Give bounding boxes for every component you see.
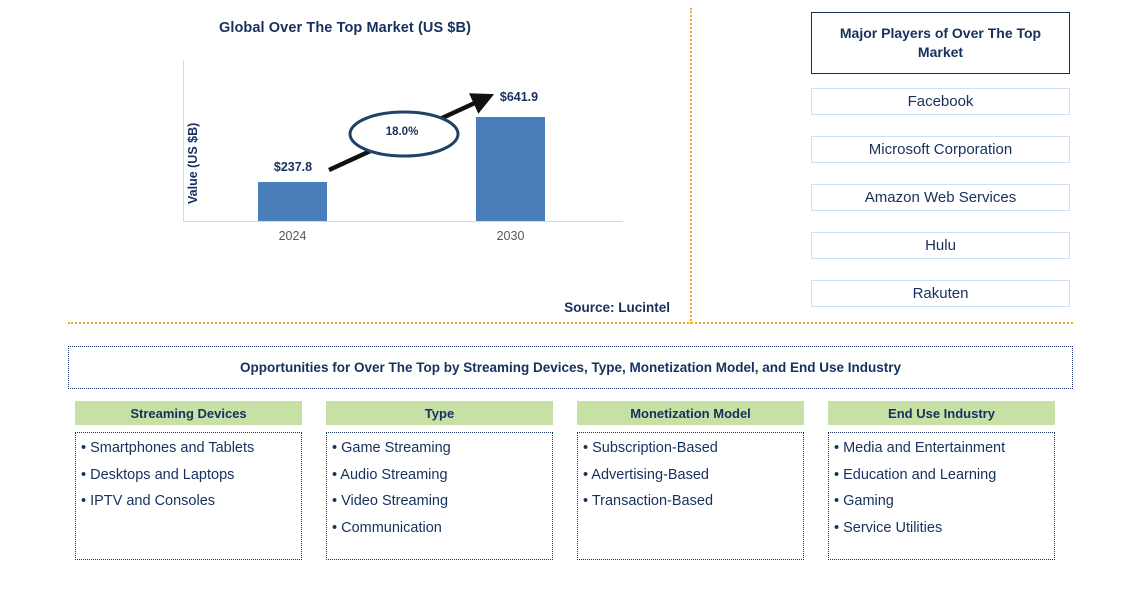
source-label: Source: Lucintel [564, 300, 670, 315]
player-label: Amazon Web Services [864, 189, 1017, 206]
list-item: • Desktops and Laptops [81, 466, 235, 483]
list-item: • Subscription-Based [583, 440, 718, 456]
list-item: • Service Utilities [834, 519, 943, 536]
list-item: • Game Streaming [332, 440, 451, 456]
chart-title: Global Over The Top Market (US $B) [218, 20, 472, 36]
player-item-rakuten[interactable]: Rakuten [811, 280, 1070, 307]
list-item: • Media and Entertainment [834, 440, 1006, 456]
list-item: • IPTV and Consoles [81, 493, 216, 510]
major-players-header: Major Players of Over The Top Market [811, 12, 1070, 74]
player-item-amazon-web-services[interactable]: Amazon Web Services [811, 184, 1070, 211]
list-item: • Advertising-Based [583, 466, 709, 483]
column-body: • Media and Entertainment • Education an… [828, 432, 1055, 560]
player-item-microsoft[interactable]: Microsoft Corporation [811, 136, 1070, 163]
column-header: Streaming Devices [75, 401, 302, 425]
player-label: Hulu [925, 237, 956, 254]
x-tick-2024: 2024 [278, 229, 307, 243]
column-body: • Smartphones and Tablets • Desktops and… [75, 432, 302, 560]
column-header: Type [326, 401, 553, 425]
list-item: • Audio Streaming [332, 466, 448, 483]
opportunities-title: Opportunities for Over The Top by Stream… [68, 346, 1073, 389]
column-body: • Subscription-Based • Advertising-Based… [577, 432, 804, 560]
opportunity-column-streaming-devices: Streaming Devices • Smartphones and Tabl… [75, 401, 302, 560]
player-label: Microsoft Corporation [868, 141, 1013, 158]
column-body: • Game Streaming • Audio Streaming • Vid… [326, 432, 553, 560]
infographic-page: Global Over The Top Market (US $B) Value… [0, 0, 1133, 613]
list-item: • Gaming [834, 493, 894, 510]
cagr-label: 18.0% [385, 126, 419, 138]
column-header: Monetization Model [577, 401, 804, 425]
opportunities-columns: Streaming Devices • Smartphones and Tabl… [75, 401, 1055, 560]
player-item-facebook[interactable]: Facebook [811, 88, 1070, 115]
list-item: • Education and Learning [834, 466, 997, 483]
major-players-panel: Major Players of Over The Top Market Fac… [811, 12, 1070, 328]
x-tick-2030: 2030 [496, 229, 525, 243]
player-label: Facebook [907, 93, 974, 110]
list-item: • Communication [332, 519, 442, 536]
vertical-divider [690, 8, 692, 324]
cagr-arrow-icon [328, 93, 495, 173]
player-label: Rakuten [912, 285, 969, 302]
opportunity-column-end-use-industry: End Use Industry • Media and Entertainme… [828, 401, 1055, 560]
player-item-hulu[interactable]: Hulu [811, 232, 1070, 259]
market-chart-panel: Global Over The Top Market (US $B) Value… [0, 0, 690, 322]
list-item: • Video Streaming [332, 493, 449, 510]
opportunity-column-monetization-model: Monetization Model • Subscription-Based … [577, 401, 804, 560]
column-header: End Use Industry [828, 401, 1055, 425]
list-item: • Smartphones and Tablets [81, 440, 255, 456]
list-item: • Transaction-Based [583, 493, 714, 510]
opportunity-column-type: Type • Game Streaming • Audio Streaming … [326, 401, 553, 560]
